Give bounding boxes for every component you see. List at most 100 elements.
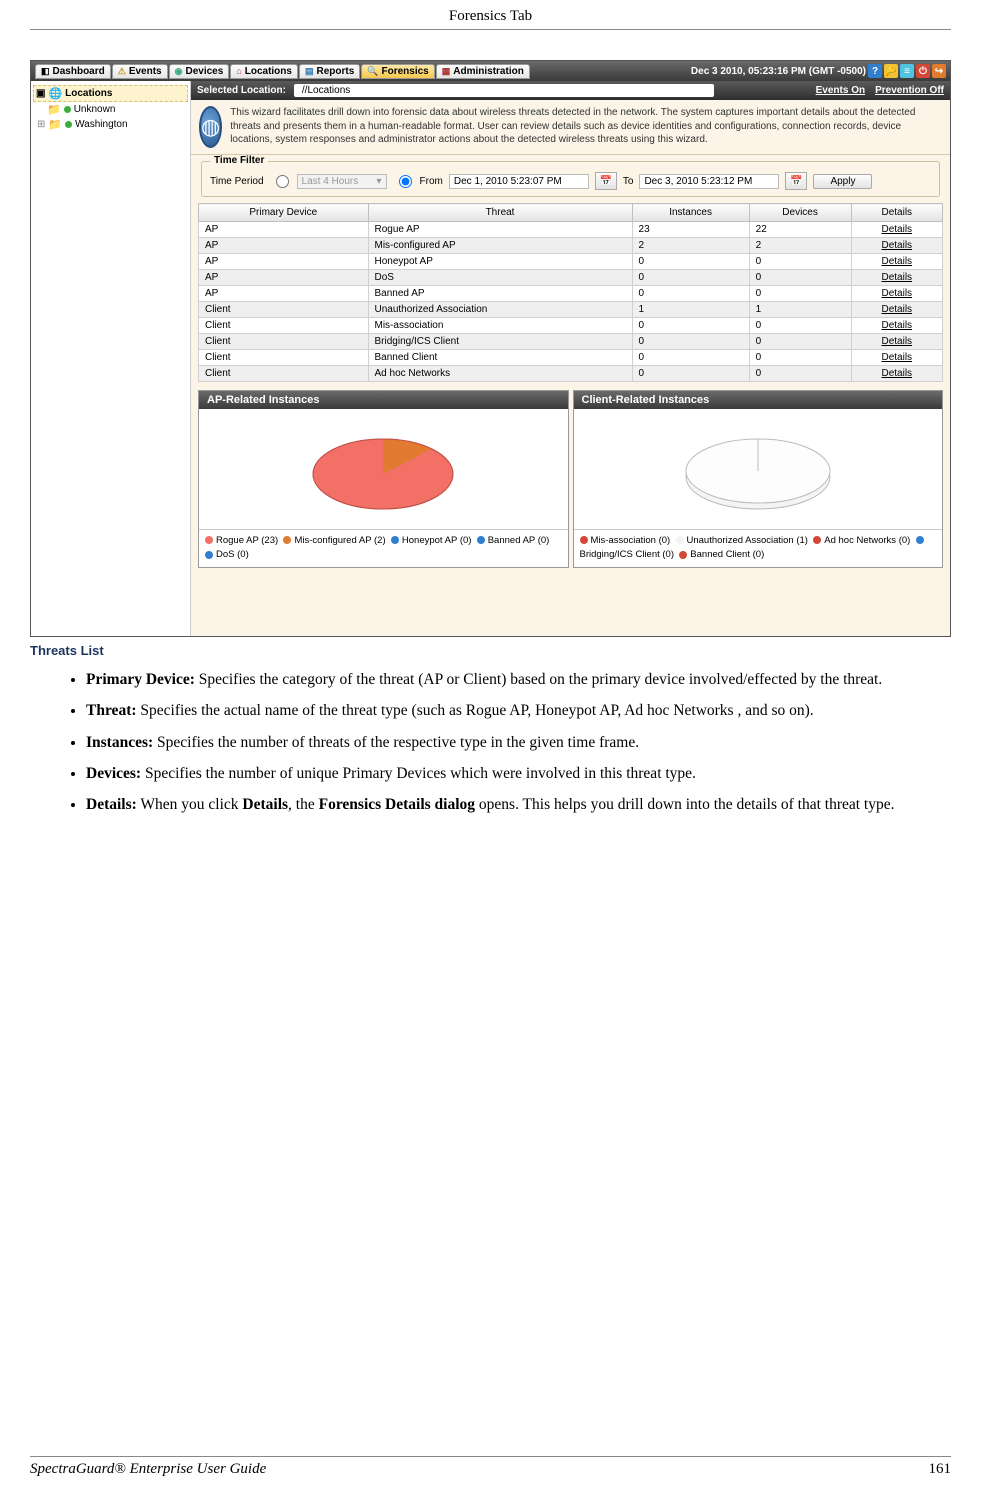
legend-item: Rogue AP (23) xyxy=(205,535,278,546)
power-icon[interactable]: ⏻ xyxy=(916,64,930,78)
cell-devices: 0 xyxy=(749,318,851,334)
swatch-icon xyxy=(205,551,213,559)
cell-threat: Mis-association xyxy=(368,318,632,334)
swatch-icon xyxy=(679,551,687,559)
details-link[interactable]: Details xyxy=(881,304,912,315)
tab-devices[interactable]: ◉Devices xyxy=(169,64,230,79)
prevention-status-link[interactable]: Prevention Off xyxy=(875,85,944,96)
table-row: ClientAd hoc Networks00Details xyxy=(199,366,943,382)
location-label: Selected Location: xyxy=(197,85,286,96)
table-row: ClientBanned Client00Details xyxy=(199,350,943,366)
cell-devices: 0 xyxy=(749,366,851,382)
footer-page-number: 161 xyxy=(929,1461,952,1478)
list-item: Primary Device: Specifies the category o… xyxy=(86,668,951,691)
section-title: Threats List xyxy=(30,643,951,658)
list-item: Threat: Specifies the actual name of the… xyxy=(86,699,951,722)
details-link[interactable]: Details xyxy=(881,272,912,283)
fingerprint-icon: ◍ xyxy=(199,106,222,148)
details-link[interactable]: Details xyxy=(881,240,912,251)
tab-events[interactable]: ⚠Events xyxy=(112,64,168,79)
logout-icon[interactable]: ↪ xyxy=(932,64,946,78)
details-link[interactable]: Details xyxy=(881,256,912,267)
cell-instances: 0 xyxy=(632,318,749,334)
legend-item: Unauthorized Association (1) xyxy=(676,535,808,546)
legend-item: Banned Client (0) xyxy=(679,549,764,560)
cell-threat: DoS xyxy=(368,270,632,286)
calendar-icon: 📅 xyxy=(790,176,802,187)
details-link[interactable]: Details xyxy=(881,352,912,363)
doc-body: Primary Device: Specifies the category o… xyxy=(0,668,981,816)
details-link[interactable]: Details xyxy=(881,368,912,379)
radio-from[interactable] xyxy=(399,175,412,188)
list-item: Devices: Specifies the number of unique … xyxy=(86,762,951,785)
tab-administration[interactable]: ▦Administration xyxy=(436,64,530,79)
cell-instances: 23 xyxy=(632,222,749,238)
apply-button[interactable]: Apply xyxy=(813,174,872,189)
to-datetime-input[interactable]: Dec 3, 2010 5:23:12 PM xyxy=(639,174,779,189)
cell-primary-device: AP xyxy=(199,254,369,270)
app-window: ◧Dashboard ⚠Events ◉Devices ⌂Locations ▤… xyxy=(30,60,951,637)
last-hours-select[interactable]: Last 4 Hours▾ xyxy=(297,174,387,189)
col-details[interactable]: Details xyxy=(851,204,942,222)
col-threat[interactable]: Threat xyxy=(368,204,632,222)
tab-reports[interactable]: ▤Reports xyxy=(299,64,360,79)
cell-devices: 1 xyxy=(749,302,851,318)
table-row: APRogue AP2322Details xyxy=(199,222,943,238)
legend-item: Mis-association (0) xyxy=(580,535,671,546)
table-row: ClientUnauthorized Association11Details xyxy=(199,302,943,318)
pie-chart-icon xyxy=(678,419,838,519)
bell-icon: ⚠ xyxy=(118,66,126,77)
navbar: ◧Dashboard ⚠Events ◉Devices ⌂Locations ▤… xyxy=(31,61,950,81)
wizard-description: ◍ This wizard facilitates drill down int… xyxy=(191,100,950,155)
time-filter: Time Filter Time Period Last 4 Hours▾ Fr… xyxy=(201,161,940,197)
cell-instances: 2 xyxy=(632,238,749,254)
cell-primary-device: Client xyxy=(199,334,369,350)
list-icon[interactable]: ≡ xyxy=(900,64,914,78)
radio-last-hours[interactable] xyxy=(276,175,289,188)
table-row: ClientMis-association00Details xyxy=(199,318,943,334)
table-row: APDoS00Details xyxy=(199,270,943,286)
tree-item-washington[interactable]: ⊞ 📁 Washington xyxy=(33,117,188,132)
tree-root[interactable]: ▣ 🌐 Locations xyxy=(33,85,188,102)
tab-locations[interactable]: ⌂Locations xyxy=(230,64,298,79)
details-link[interactable]: Details xyxy=(881,288,912,299)
details-link[interactable]: Details xyxy=(881,336,912,347)
admin-icon: ▦ xyxy=(442,66,451,77)
cell-threat: Honeypot AP xyxy=(368,254,632,270)
events-status-link[interactable]: Events On xyxy=(816,85,865,96)
cell-primary-device: AP xyxy=(199,222,369,238)
legend-item: Honeypot AP (0) xyxy=(391,535,472,546)
table-row: APMis-configured AP22Details xyxy=(199,238,943,254)
legend-item: Ad hoc Networks (0) xyxy=(813,535,910,546)
plus-icon: ⊞ xyxy=(37,119,45,130)
tab-forensics[interactable]: 🔍Forensics xyxy=(361,64,434,79)
cell-primary-device: Client xyxy=(199,302,369,318)
tree-item-unknown[interactable]: 📁 Unknown xyxy=(33,102,188,117)
cell-primary-device: Client xyxy=(199,350,369,366)
help-icon[interactable]: ? xyxy=(868,64,882,78)
col-primary-device[interactable]: Primary Device xyxy=(199,204,369,222)
swatch-icon xyxy=(916,536,924,544)
details-link[interactable]: Details xyxy=(881,320,912,331)
swatch-icon xyxy=(205,536,213,544)
cell-devices: 0 xyxy=(749,270,851,286)
pin-icon: ⌂ xyxy=(236,66,241,76)
tab-dashboard[interactable]: ◧Dashboard xyxy=(35,64,111,79)
col-instances[interactable]: Instances xyxy=(632,204,749,222)
from-datetime-input[interactable]: Dec 1, 2010 5:23:07 PM xyxy=(449,174,589,189)
table-row: ClientBridging/ICS Client00Details xyxy=(199,334,943,350)
folder-icon: 📁 xyxy=(47,103,61,116)
cell-primary-device: Client xyxy=(199,318,369,334)
calendar-to-button[interactable]: 📅 xyxy=(785,172,807,190)
key-icon[interactable]: 🔑 xyxy=(884,64,898,78)
cell-threat: Banned AP xyxy=(368,286,632,302)
swatch-icon xyxy=(676,536,684,544)
magnify-icon: 🔍 xyxy=(367,66,378,77)
calendar-from-button[interactable]: 📅 xyxy=(595,172,617,190)
swatch-icon xyxy=(477,536,485,544)
list-item: Instances: Specifies the number of threa… xyxy=(86,731,951,754)
details-link[interactable]: Details xyxy=(881,224,912,235)
col-devices[interactable]: Devices xyxy=(749,204,851,222)
minus-icon: ▣ xyxy=(36,88,45,99)
ap-instances-chart: AP-Related Instances Rogue AP (23) Mis-c… xyxy=(198,390,569,568)
